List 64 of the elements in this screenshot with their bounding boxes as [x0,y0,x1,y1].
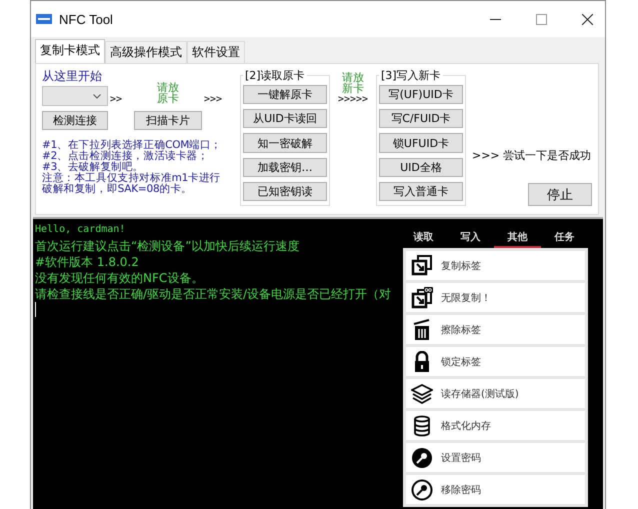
window-title: NFC Tool [59,12,113,26]
menu-item[interactable]: 复制标签 [406,251,585,280]
console-line: 首次运行建议点击“检测设备”以加快后续运行速度 [35,238,300,254]
menu-item[interactable]: 无限复制！ [406,283,585,312]
chevron-icon [93,94,101,98]
write-button[interactable]: 写(UF)UID卡 [379,85,463,104]
app-logo-icon [36,14,52,24]
detect-button[interactable]: 检测连接 [42,110,108,130]
console-line: Hello, cardman! [35,223,126,237]
read-button[interactable]: 知一密破解 [243,133,327,153]
write-button[interactable]: UID全格 [379,158,463,177]
menu-item[interactable]: 格式化内存 [406,411,585,440]
read-button[interactable]: 加载密钥… [243,158,327,177]
console-line: 请检查接线是否正确/驱动是否正常安装/设备电源是否已经打开（对 [35,286,392,302]
copy-icon [411,254,433,276]
menu-item[interactable]: 读存储器(测试版) [406,379,585,408]
instruction-text: #2、点击检测连接，激活读卡器； [42,151,210,162]
place-card-label: 请放原卡 [156,82,180,104]
tab[interactable]: 高级操作模式 [105,41,187,63]
read-button[interactable]: 已知密钥读 [243,182,327,202]
group-title: [3]写入新卡 [380,68,442,83]
close-icon[interactable] [582,14,593,24]
menu-item-label: 设置密码 [441,452,481,464]
key-icon [411,446,433,468]
tab[interactable]: 软件设置 [187,41,245,63]
menu-item-label: 锁定标签 [441,356,481,368]
instruction-text: #1、在下拉列表选择正确COM端口； [42,140,223,151]
menu-item-label: 格式化内存 [441,420,491,432]
read-button[interactable]: 从UID卡读回 [243,109,327,128]
scan-button[interactable]: 扫描卡片 [134,110,202,130]
write-button[interactable]: 锁UFUID卡 [379,133,463,153]
database-icon [411,414,433,436]
result-hint: >>> 尝试一下是否成功 [472,148,592,163]
layers-icon [411,382,433,404]
key-icon [411,478,433,500]
arrow-text: >>>>> [338,94,368,105]
arrow-text: >>> [204,92,224,104]
console-line: #软件版本 1.8.0.2 [35,254,139,270]
menu-item[interactable]: 设置密码 [406,443,585,472]
tab[interactable]: 复制卡模式 [35,39,105,63]
arrow-text: >> [110,92,124,104]
stop-button[interactable]: 停止 [528,183,592,206]
menu-item[interactable]: 锁定标签 [406,347,585,376]
read-button[interactable]: 一键解原卡 [243,85,327,104]
copy-infinity-icon [411,286,433,308]
menu-item-label: 无限复制！ [441,292,491,304]
phone-tab[interactable]: 读取 [400,230,447,248]
place-card-label: 请放新卡 [341,72,365,94]
write-button[interactable]: 写C/FUID卡 [379,109,463,128]
menu-item[interactable]: 移除密码 [406,475,585,504]
console-line: 没有发现任何有效的NFC设备。 [35,270,204,286]
menu-item[interactable]: 擦除标签 [406,315,585,344]
phone-tab[interactable]: 写入 [447,230,494,248]
menu-item-label: 擦除标签 [441,324,481,336]
menu-item-label: 复制标签 [441,260,481,272]
start-label: 从这里开始 [42,68,103,84]
write-button[interactable]: 写入普通卡 [379,182,463,202]
menu-item-label: 读存储器(测试版) [441,388,519,400]
instruction-text: 注意：本工具仅支持对标准m1卡进行破解和复制，即SAK=08的卡。 [42,173,222,195]
instruction-text: #3、去破解复制吧。 [42,162,144,173]
menu-item-label: 移除密码 [441,484,481,496]
group-title: [2]读取原卡 [244,68,306,83]
maximize-icon[interactable] [536,14,547,24]
phone-tab[interactable]: 任务 [541,230,588,248]
